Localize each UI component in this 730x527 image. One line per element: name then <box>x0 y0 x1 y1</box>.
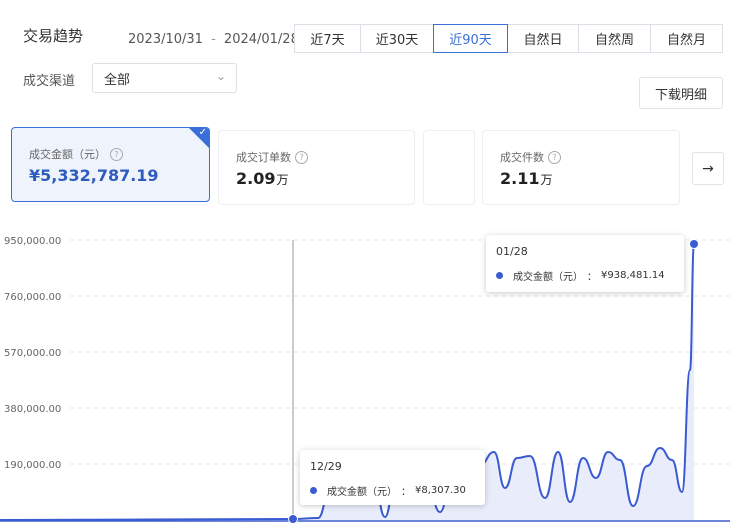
metric-card-items[interactable]: 成交件数? 2.11万 <box>482 130 680 205</box>
tooltip-0128: 01/28 成交金额（元） ： ¥938,481.14 <box>486 235 684 292</box>
arrow-right-icon: → <box>702 160 714 177</box>
next-arrow-button[interactable]: → <box>692 152 724 185</box>
highlight-point <box>689 239 699 249</box>
date-separator: - <box>211 32 216 47</box>
date-end: 2024/01/28 <box>223 32 299 47</box>
date-range: 2023/10/31 - 2024/01/28 <box>128 32 299 47</box>
tooltip-sep: ： <box>587 272 597 283</box>
page-title: 交易趋势 <box>23 27 84 45</box>
y-tick-label: 570,000.00 <box>4 348 61 359</box>
help-icon[interactable]: ? <box>295 150 308 164</box>
download-button[interactable]: 下载明细 <box>639 77 723 109</box>
range-button-group: 近7天 近30天 近90天 自然日 自然周 自然月 <box>294 24 723 55</box>
metric-number: 2.09 <box>236 169 276 188</box>
y-tick-label: 950,000.00 <box>4 236 61 247</box>
channel-label: 成交渠道 <box>23 74 76 89</box>
metric-label: 成交金额（元） <box>29 148 106 161</box>
metric-label: 成交件数 <box>500 151 544 164</box>
tooltip-date: 12/29 <box>310 460 342 473</box>
tooltip-row: 成交金额（元） ： ¥8,307.30 <box>310 483 466 498</box>
metric-unit: 万 <box>540 173 553 187</box>
tooltip-1229: 12/29 成交金额（元） ： ¥8,307.30 <box>300 450 485 505</box>
help-icon[interactable]: ? <box>110 147 123 161</box>
metric-value: 2.09万 <box>236 169 289 188</box>
date-start: 2023/10/31 <box>128 32 203 47</box>
metric-card-blank <box>423 130 475 205</box>
metric-label: 成交订单数 <box>236 151 291 164</box>
range-button-90d[interactable]: 近90天 <box>433 24 508 53</box>
help-icon[interactable]: ? <box>548 150 561 164</box>
metric-number: 2.11 <box>500 169 540 188</box>
range-button-day[interactable]: 自然日 <box>507 24 579 53</box>
tooltip-value: ¥938,481.14 <box>601 270 665 281</box>
metric-card-orders[interactable]: 成交订单数? 2.09万 <box>218 130 415 205</box>
y-tick-label: 760,000.00 <box>4 292 61 303</box>
metric-value: 2.11万 <box>500 169 553 188</box>
tooltip-row: 成交金额（元） ： ¥938,481.14 <box>496 268 665 283</box>
tooltip-series: 成交金额（元） <box>513 272 583 283</box>
highlight-point <box>288 514 298 524</box>
range-button-30d[interactable]: 近30天 <box>360 24 434 53</box>
y-tick-label: 380,000.00 <box>4 404 61 415</box>
channel-select-value: 全部 <box>104 72 131 88</box>
range-button-week[interactable]: 自然周 <box>578 24 651 53</box>
series-dot <box>310 487 317 494</box>
metric-value: ¥5,332,787.19 <box>29 166 159 185</box>
metric-card-amount[interactable]: 成交金额（元）? ¥5,332,787.19 ✓ <box>11 127 210 202</box>
range-button-month[interactable]: 自然月 <box>650 24 723 53</box>
y-axis-ticks: 950,000.00 760,000.00 570,000.00 380,000.00… <box>4 236 61 471</box>
tooltip-series: 成交金额（元） <box>327 487 397 498</box>
channel-select[interactable]: 全部 ⌄ <box>92 63 237 93</box>
tooltip-date: 01/28 <box>496 245 528 258</box>
range-button-7d[interactable]: 近7天 <box>294 24 361 53</box>
chevron-down-icon: ⌄ <box>215 69 226 83</box>
series-dot <box>496 272 503 279</box>
check-icon: ✓ <box>198 127 207 138</box>
metric-unit: 万 <box>276 173 289 187</box>
tooltip-value: ¥8,307.30 <box>415 485 466 496</box>
y-tick-label: 190,000.00 <box>4 460 61 471</box>
tooltip-sep: ： <box>401 487 411 498</box>
